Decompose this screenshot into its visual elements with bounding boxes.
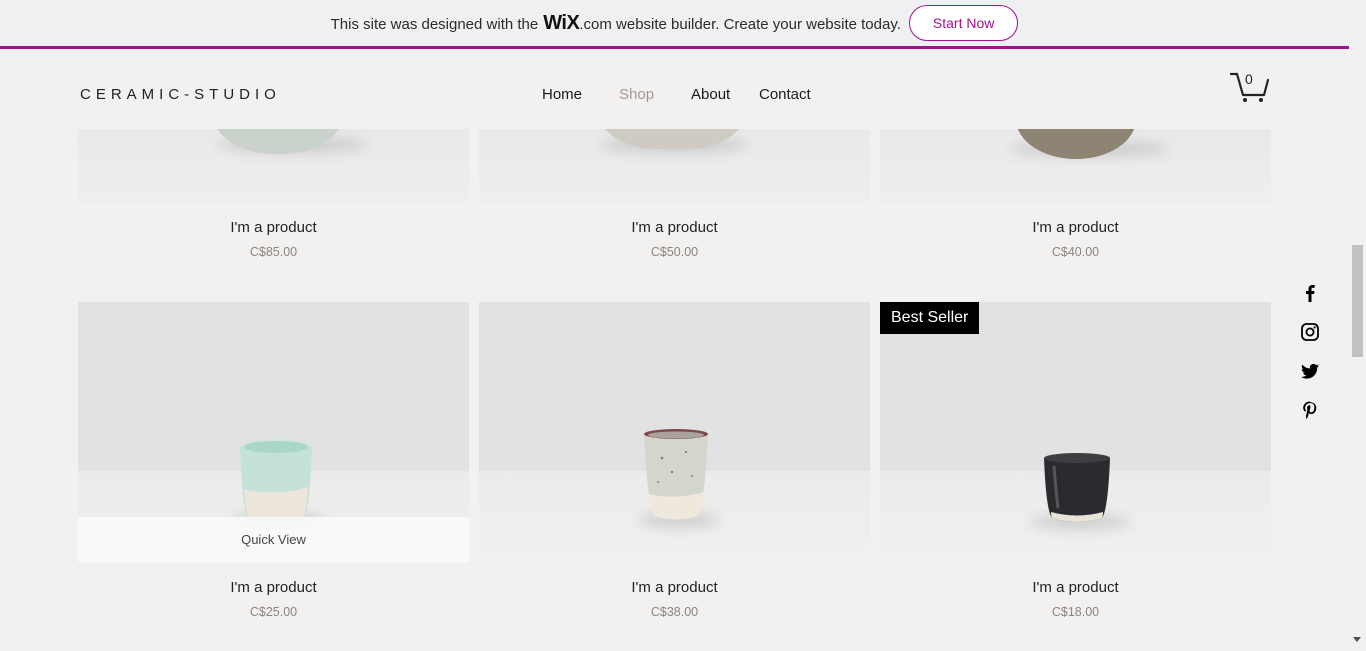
- site-header: CERAMIC-STUDIO Home Shop About Contact 0: [0, 49, 1349, 129]
- product-title[interactable]: I'm a product: [880, 219, 1271, 236]
- product-image[interactable]: [479, 129, 870, 202]
- best-seller-ribbon: Best Seller: [880, 302, 980, 334]
- mint-cup-image: [240, 439, 312, 523]
- banner-text: This site was designed with the WiX .com…: [331, 12, 901, 35]
- cart-button[interactable]: 0: [1230, 71, 1270, 103]
- twitter-icon[interactable]: [1300, 361, 1320, 381]
- banner-text-after: .com website builder. Create your websit…: [579, 15, 901, 33]
- quick-view-button[interactable]: Quick View: [78, 517, 469, 562]
- product-image[interactable]: [78, 129, 469, 202]
- product-price: C$50.00: [650, 245, 699, 259]
- product-image[interactable]: [880, 129, 1271, 202]
- speckled-cup-image: [644, 429, 708, 520]
- black-cup-image: [1044, 453, 1110, 522]
- cart-count: 0: [1245, 71, 1253, 87]
- product-title[interactable]: I'm a product: [880, 579, 1271, 596]
- facebook-icon[interactable]: [1300, 283, 1320, 303]
- main-nav: Home Shop About Contact: [542, 86, 811, 103]
- product-image[interactable]: Best Seller: [880, 302, 1271, 562]
- nav-shop[interactable]: Shop: [619, 86, 691, 103]
- instagram-icon[interactable]: [1300, 322, 1320, 342]
- scroll-down-arrow-icon[interactable]: [1353, 637, 1361, 642]
- product-price: C$18.00: [1051, 605, 1100, 619]
- banner-text-before: This site was designed with the: [330, 15, 539, 33]
- nav-about[interactable]: About: [691, 86, 759, 103]
- wix-logo: WiX: [543, 11, 580, 34]
- product-title[interactable]: I'm a product: [78, 219, 469, 236]
- start-now-button[interactable]: Start Now: [908, 5, 1019, 41]
- nav-contact[interactable]: Contact: [759, 86, 811, 103]
- wix-promo-banner: This site was designed with the WiX .com…: [0, 0, 1349, 49]
- product-image[interactable]: [479, 302, 870, 562]
- product-image[interactable]: Quick View: [78, 302, 469, 562]
- product-title[interactable]: I'm a product: [78, 579, 469, 596]
- product-price: C$85.00: [249, 245, 298, 259]
- scrollbar-thumb[interactable]: [1352, 245, 1363, 357]
- product-price: C$40.00: [1051, 245, 1100, 259]
- product-price: C$25.00: [249, 605, 298, 619]
- pinterest-icon[interactable]: [1300, 400, 1320, 420]
- product-title[interactable]: I'm a product: [479, 579, 870, 596]
- site-brand[interactable]: CERAMIC-STUDIO: [80, 86, 281, 103]
- product-price: C$38.00: [650, 605, 699, 619]
- nav-home[interactable]: Home: [542, 86, 619, 103]
- product-title[interactable]: I'm a product: [479, 219, 870, 236]
